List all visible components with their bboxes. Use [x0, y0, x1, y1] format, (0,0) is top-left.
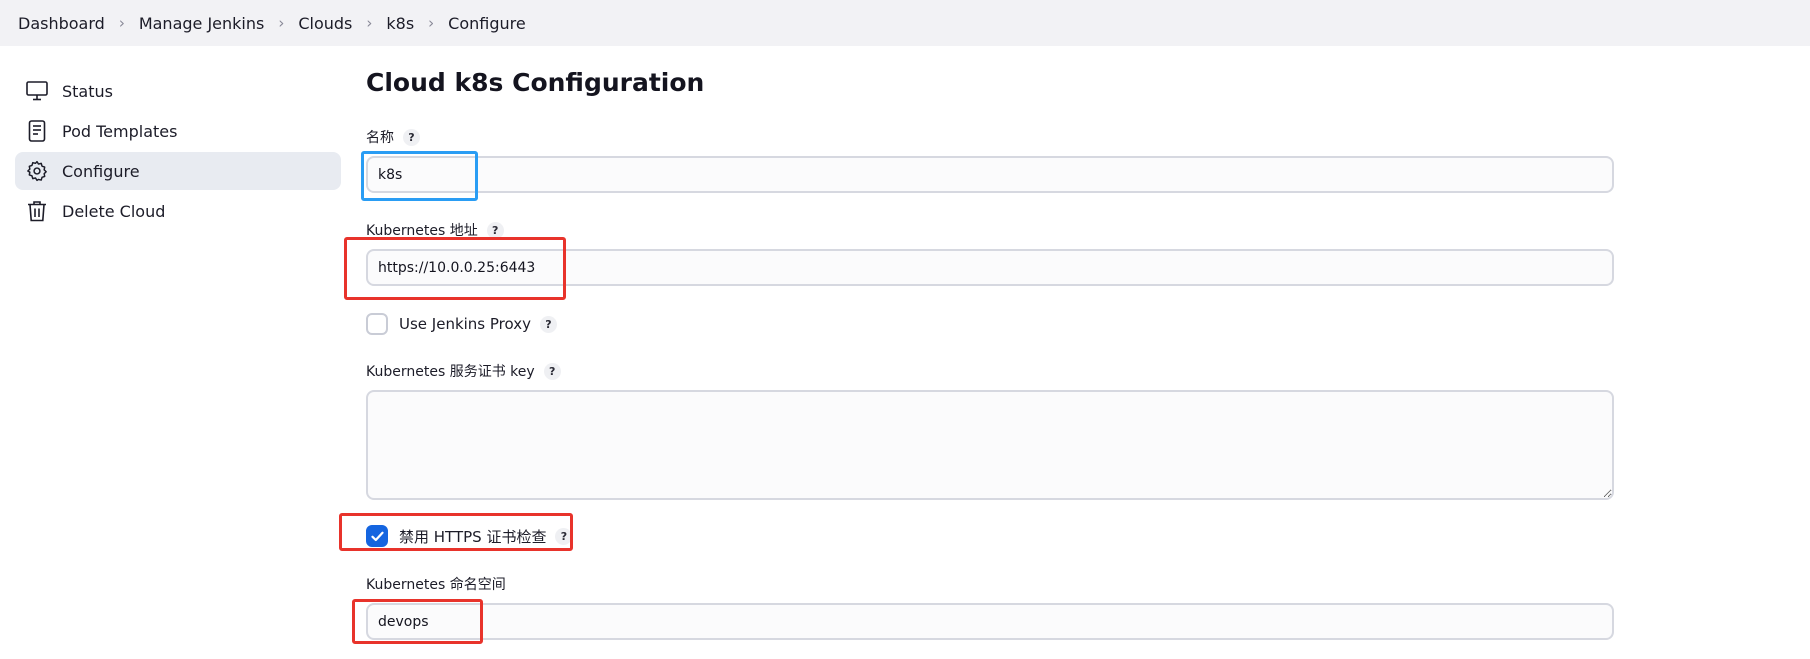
sidebar-item-status[interactable]: Status	[15, 72, 341, 110]
gear-icon	[26, 160, 48, 182]
sidebar-item-delete-cloud[interactable]: Delete Cloud	[15, 192, 341, 230]
monitor-icon	[26, 80, 48, 102]
help-icon[interactable]: ?	[403, 128, 420, 146]
breadcrumb-clouds[interactable]: Clouds	[298, 14, 352, 33]
breadcrumb-dashboard[interactable]: Dashboard	[18, 14, 105, 33]
sidebar-item-label: Delete Cloud	[62, 201, 166, 221]
help-icon[interactable]: ?	[543, 362, 561, 380]
sidebar-item-label: Pod Templates	[62, 121, 178, 141]
name-label-text: 名称	[366, 130, 394, 146]
help-icon[interactable]: ?	[539, 315, 557, 333]
sidebar-item-label: Configure	[62, 161, 140, 181]
sidebar-item-label: Status	[62, 81, 113, 101]
cert-key-label-text: Kubernetes 服务证书 key	[366, 364, 535, 380]
chevron-right-icon: ›	[118, 14, 125, 32]
skip-tls-label: 禁用 HTTPS 证书检查 ?	[399, 525, 573, 547]
sidebar-item-configure[interactable]: Configure	[15, 152, 341, 190]
help-icon[interactable]: ?	[486, 221, 504, 239]
chevron-right-icon: ›	[428, 14, 435, 32]
skip-tls-checkbox[interactable]	[366, 525, 388, 547]
use-proxy-label: Use Jenkins Proxy ?	[399, 313, 557, 335]
cert-key-textarea[interactable]	[366, 390, 1614, 500]
help-icon[interactable]: ?	[555, 527, 573, 545]
name-field-label: 名称 ?	[366, 127, 420, 147]
breadcrumb-k8s[interactable]: k8s	[386, 14, 414, 33]
use-proxy-label-text: Use Jenkins Proxy	[399, 315, 531, 333]
chevron-right-icon: ›	[366, 14, 373, 32]
namespace-label-text: Kubernetes 命名空间	[366, 577, 506, 593]
document-icon	[26, 120, 48, 142]
chevron-right-icon: ›	[278, 14, 285, 32]
trash-icon	[26, 200, 48, 222]
skip-tls-label-text: 禁用 HTTPS 证书检查	[399, 527, 547, 546]
sidebar-item-pod-templates[interactable]: Pod Templates	[15, 112, 341, 150]
cert-key-field-label: Kubernetes 服务证书 key ?	[366, 361, 561, 381]
namespace-field-label: Kubernetes 命名空间	[366, 574, 506, 594]
name-input[interactable]	[366, 156, 1614, 193]
url-field-label: Kubernetes 地址 ?	[366, 220, 504, 240]
use-proxy-checkbox[interactable]	[366, 313, 388, 335]
kubernetes-url-input[interactable]	[366, 249, 1614, 286]
url-label-text: Kubernetes 地址	[366, 223, 478, 239]
namespace-input[interactable]	[366, 603, 1614, 640]
checkmark-icon	[370, 531, 384, 541]
breadcrumb-manage-jenkins[interactable]: Manage Jenkins	[139, 14, 265, 33]
page-title: Cloud k8s Configuration	[366, 68, 705, 97]
breadcrumb-configure[interactable]: Configure	[448, 14, 526, 33]
breadcrumb: Dashboard › Manage Jenkins › Clouds › k8…	[0, 0, 1810, 46]
